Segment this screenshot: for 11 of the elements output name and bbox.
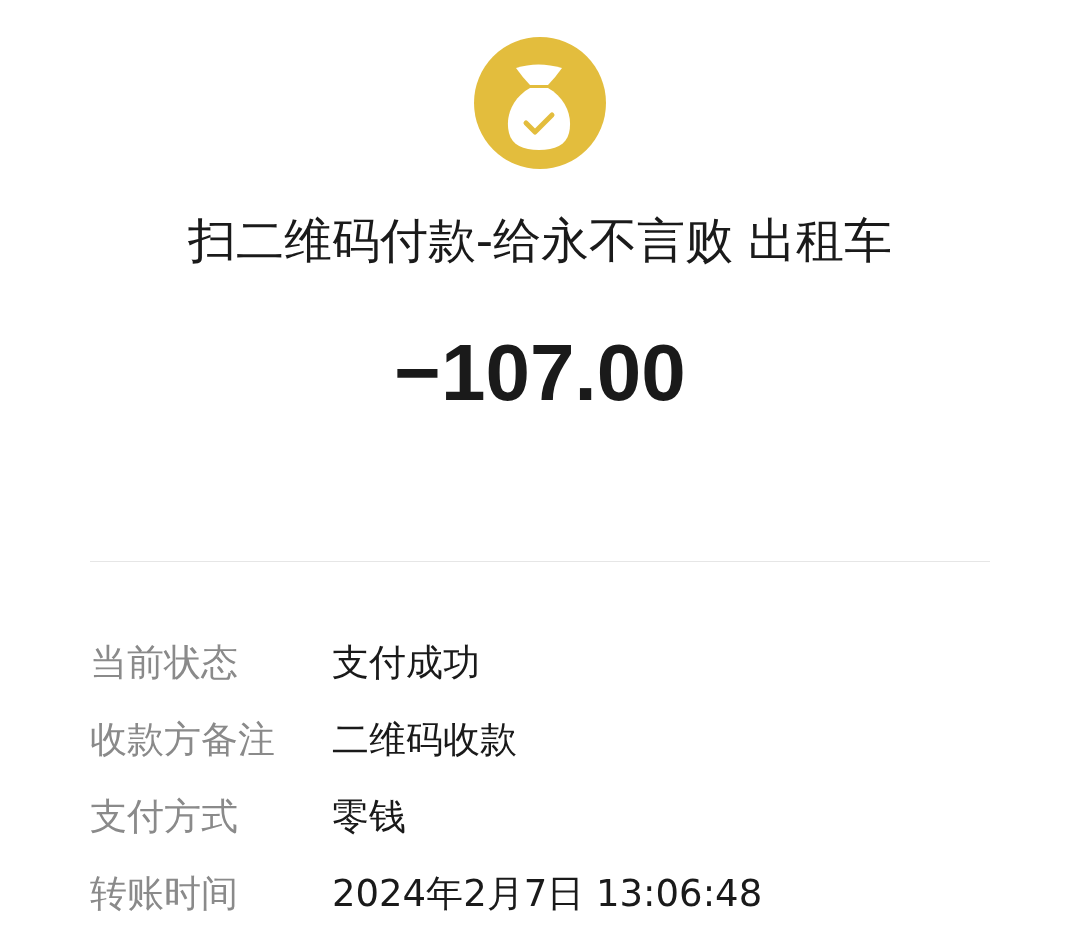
- detail-label: 支付方式: [90, 793, 239, 840]
- money-bag-icon: [474, 37, 606, 169]
- detail-value: 支付成功: [332, 639, 480, 686]
- amount-text: −107.00: [394, 327, 686, 419]
- detail-value: 零钱: [332, 793, 406, 840]
- detail-label: 收款方备注: [90, 716, 276, 763]
- detail-value: 2024年2月7日 13:06:48: [332, 870, 763, 917]
- detail-label: 当前状态: [90, 639, 239, 686]
- payment-title: 扫二维码付款-给永不言败 出租车: [187, 211, 893, 270]
- detail-value: 二维码收款: [332, 716, 517, 763]
- detail-label: 转账时间: [90, 870, 239, 917]
